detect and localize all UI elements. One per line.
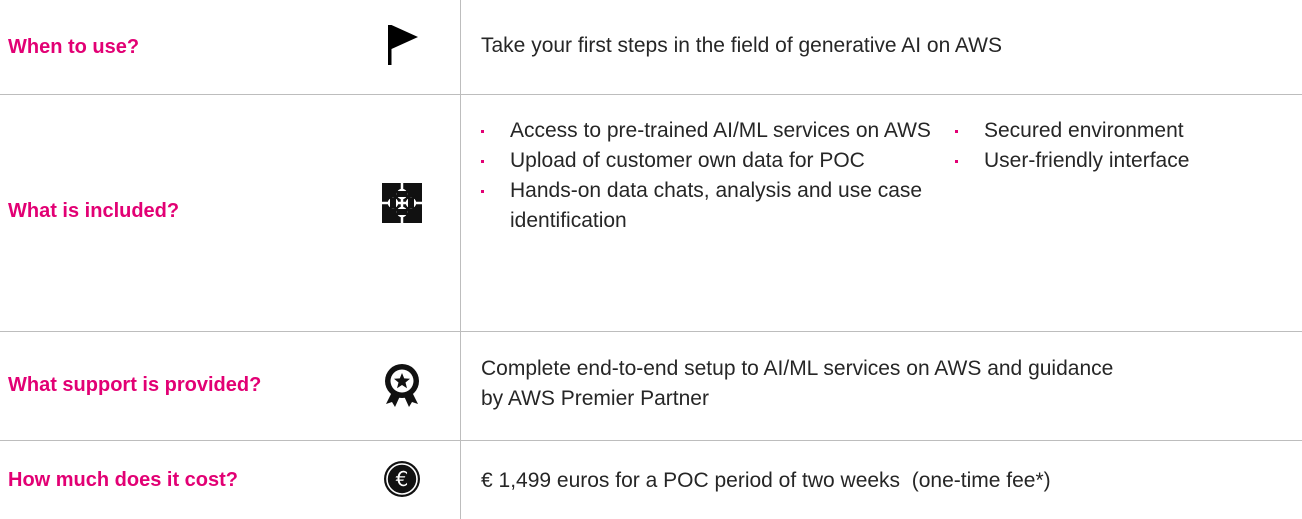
row-label: How much does it cost?	[8, 469, 239, 491]
list-item: Secured environment	[955, 116, 1285, 146]
row-cost: How much does it cost? € € 1,499 euros f…	[0, 441, 1302, 519]
offer-table: When to use? Take your first steps in th…	[0, 0, 1302, 519]
bullet-dot	[481, 160, 484, 163]
row-description: Take your first steps in the field of ge…	[481, 34, 1002, 57]
bullet-dot	[481, 190, 484, 193]
flag-icon	[378, 20, 426, 68]
row-description: € 1,499 euros for a POC period of two we…	[481, 469, 1051, 492]
included-list-left: Access to pre-trained AI/ML services on …	[481, 116, 931, 236]
row-label: What support is provided?	[8, 374, 262, 396]
svg-text:€: €	[396, 467, 409, 491]
included-list-right: Secured environment User-friendly interf…	[955, 116, 1285, 176]
puzzle-icon	[378, 179, 426, 227]
euro-coin-icon: €	[378, 455, 426, 503]
bullet-dot	[955, 160, 958, 163]
award-badge-icon	[378, 360, 426, 408]
row-when-to-use: When to use? Take your first steps in th…	[0, 0, 1302, 94]
list-item: Hands-on data chats, analysis and use ca…	[481, 176, 931, 236]
bullet-dot	[955, 130, 958, 133]
row-what-is-included: What is included? Access to pre-trained …	[0, 95, 1302, 331]
row-label: What is included?	[8, 200, 180, 222]
list-item: User-friendly interface	[955, 146, 1285, 176]
list-item: Upload of customer own data for POC	[481, 146, 931, 176]
bullet-dot	[481, 130, 484, 133]
row-label: When to use?	[8, 36, 140, 58]
row-support: What support is provided? Complete end-t…	[0, 332, 1302, 440]
row-description: Complete end-to-end setup to AI/ML servi…	[481, 357, 1114, 410]
list-item: Access to pre-trained AI/ML services on …	[481, 116, 931, 146]
